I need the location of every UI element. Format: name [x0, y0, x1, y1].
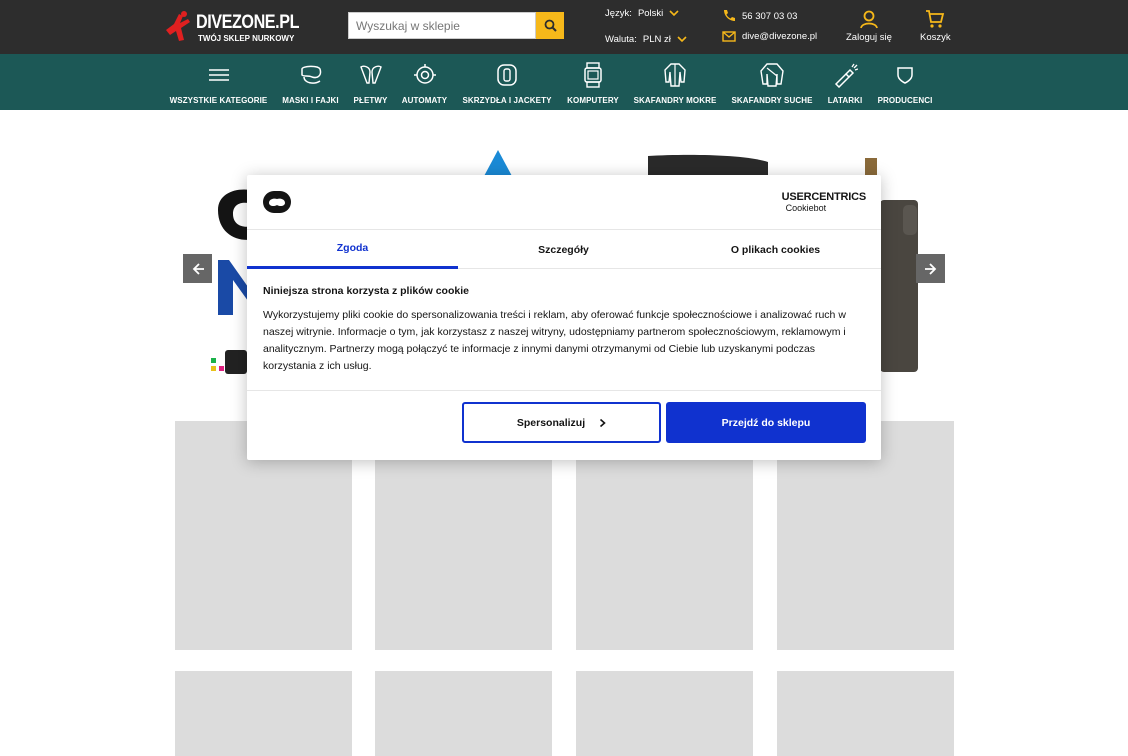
bcd-icon	[497, 64, 517, 86]
nav-label: MASKI I FAJKI	[282, 96, 339, 105]
email-contact[interactable]: dive@divezone.pl	[722, 31, 817, 42]
logo-brand: DIVEZONE.PL	[196, 12, 300, 33]
chevron-right-icon	[600, 418, 606, 427]
tab-details[interactable]: Szczegóły	[458, 230, 669, 269]
nav-label: SKRZYDŁA I JACKETY	[462, 96, 552, 105]
brand-line1: USERCENTRICS	[781, 191, 867, 203]
diver-logo-icon	[166, 11, 190, 41]
search-box	[348, 12, 564, 39]
dive-computer-icon	[584, 62, 602, 88]
login-button[interactable]: Zaloguj się	[846, 9, 892, 43]
nav-item-producers[interactable]: PRODUCENCI	[877, 54, 933, 110]
arrow-left-icon	[192, 262, 204, 275]
nav-item-computers[interactable]: KOMPUTERY	[567, 54, 619, 110]
banner-next-button[interactable]	[916, 254, 945, 283]
cookie-dialog-header: USERCENTRICS Cookiebot	[247, 175, 881, 230]
flashlight-icon	[834, 63, 858, 88]
customize-label: Spersonalizuj	[516, 416, 586, 429]
cookie-tabs: Zgoda Szczegóły O plikach cookies	[247, 230, 881, 269]
cookie-dialog-footer: Spersonalizuj Przejdź do sklepu	[247, 390, 881, 460]
currency-value: PLN zł	[642, 34, 671, 45]
product-tile[interactable]	[175, 671, 352, 756]
customize-button[interactable]: Spersonalizuj	[462, 402, 661, 443]
cart-button[interactable]: Koszyk	[920, 9, 951, 43]
cookie-dialog-body: Niniejsza strona korzysta z plików cooki…	[263, 285, 863, 375]
phone-number: 56 307 03 03	[742, 10, 798, 22]
drysuit-icon	[760, 63, 784, 87]
phone-icon	[724, 10, 735, 21]
nav-label: PRODUCENCI	[877, 96, 933, 105]
mail-icon	[722, 31, 736, 42]
brand-line2: Cookiebot	[785, 203, 827, 213]
currency-selector[interactable]: Waluta: PLN zł	[605, 34, 687, 45]
nav-label: SKAFANDRY SUCHE	[731, 96, 813, 105]
language-selector[interactable]: Język: Polski	[605, 8, 679, 19]
search-input[interactable]	[348, 12, 536, 39]
nav-label: KOMPUTERY	[567, 96, 619, 105]
top-bar: DIVEZONE.PL TWÓJ SKLEP NURKOWY Język: Po…	[0, 0, 1128, 54]
nav-item-regulators[interactable]: AUTOMATY	[401, 54, 448, 110]
fins-icon	[359, 65, 382, 84]
nav-item-wetsuits[interactable]: SKAFANDRY MOKRE	[633, 54, 717, 110]
chevron-down-icon	[669, 10, 679, 17]
wetsuit-icon	[664, 63, 686, 87]
chevron-down-icon	[677, 36, 687, 43]
email-address: dive@divezone.pl	[742, 31, 818, 42]
cart-icon	[926, 10, 945, 28]
cookie-consent-dialog: USERCENTRICS Cookiebot Zgoda Szczegóły O…	[247, 175, 881, 460]
cart-label: Koszyk	[920, 32, 951, 43]
login-label: Zaloguj się	[846, 32, 892, 43]
nav-item-flashlights[interactable]: LATARKI	[827, 54, 863, 110]
mask-icon	[300, 65, 321, 84]
nav-label: WSZYSTKIE KATEGORIE	[169, 96, 268, 105]
nav-item-fins[interactable]: PŁETWY	[353, 54, 388, 110]
nav-item-drysuits[interactable]: SKAFANDRY SUCHE	[731, 54, 813, 110]
product-tile[interactable]	[576, 671, 753, 756]
shield-icon	[897, 67, 913, 84]
tab-about-cookies[interactable]: O plikach cookies	[670, 230, 881, 269]
nav-label: SKAFANDRY MOKRE	[633, 96, 717, 105]
user-icon	[860, 10, 878, 29]
phone-contact[interactable]: 56 307 03 03	[722, 9, 797, 23]
arrow-right-icon	[924, 262, 936, 275]
search-button[interactable]	[536, 12, 564, 39]
nav-label: LATARKI	[827, 96, 863, 105]
nav-item-bcd[interactable]: SKRZYDŁA I JACKETY	[462, 54, 552, 110]
language-value: Polski	[637, 8, 664, 19]
cookie-dialog-text: Wykorzystujemy pliki cookie do spersonal…	[263, 309, 846, 372]
nav-label: PŁETWY	[353, 96, 388, 105]
usercentrics-brand: USERCENTRICS Cookiebot	[781, 191, 867, 213]
nav-label: AUTOMATY	[401, 96, 448, 105]
product-tile[interactable]	[777, 671, 954, 756]
category-nav: WSZYSTKIE KATEGORIE MASKI I FAJKI PŁETWY…	[0, 54, 1128, 110]
regulator-icon	[413, 64, 436, 84]
currency-label: Waluta:	[605, 34, 637, 45]
product-tile[interactable]	[375, 671, 552, 756]
search-icon	[544, 19, 557, 32]
cookiebot-logo-icon	[263, 191, 291, 213]
cookie-dialog-title: Niniejsza strona korzysta z plików cooki…	[263, 285, 469, 297]
banner-prev-button[interactable]	[183, 254, 212, 283]
logo-tagline: TWÓJ SKLEP NURKOWY	[198, 34, 295, 43]
nav-item-all-categories[interactable]: WSZYSTKIE KATEGORIE	[169, 54, 268, 110]
nav-item-masks[interactable]: MASKI I FAJKI	[282, 54, 339, 110]
tab-consent[interactable]: Zgoda	[247, 230, 458, 269]
language-label: Język:	[605, 8, 632, 19]
logo[interactable]: DIVEZONE.PL TWÓJ SKLEP NURKOWY	[162, 10, 299, 46]
hamburger-icon	[208, 69, 229, 81]
accept-button[interactable]: Przejdź do sklepu	[666, 402, 866, 443]
